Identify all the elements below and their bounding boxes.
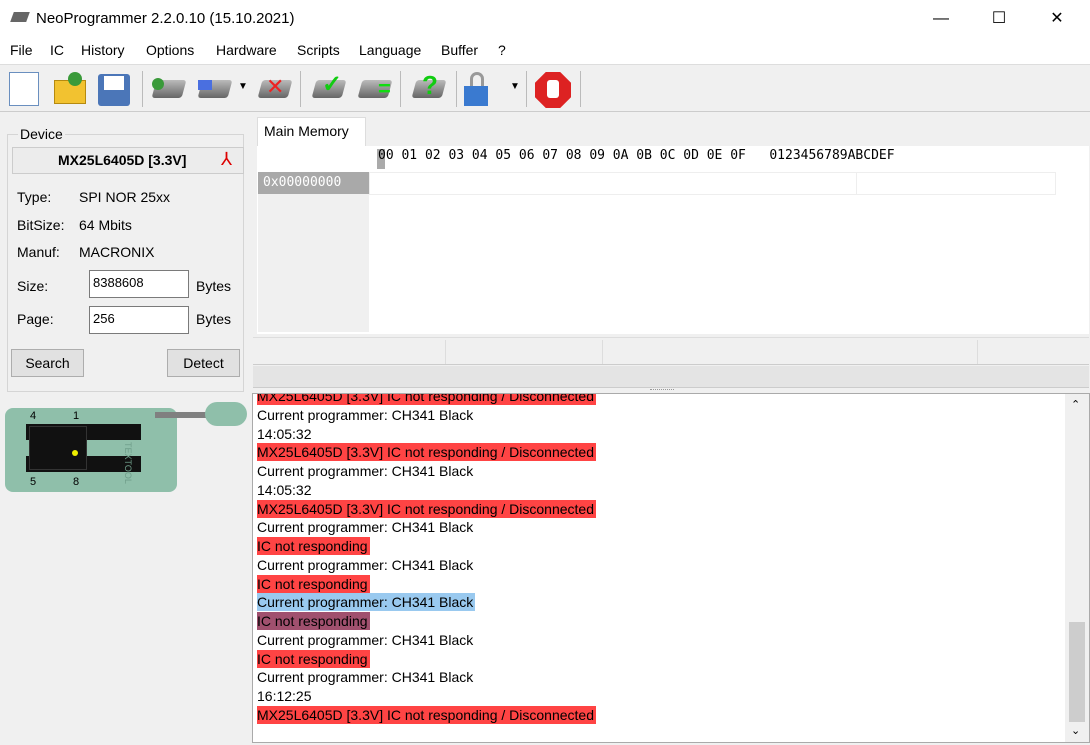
log-line: Current programmer: CH341 Black <box>257 556 474 573</box>
manuf-value: MACRONIX <box>79 244 155 260</box>
maximize-button[interactable]: ☐ <box>976 0 1022 38</box>
log-line: MX25L6405D [3.3V] IC not responding / Di… <box>257 443 596 462</box>
log-line: IC not responding <box>257 612 370 630</box>
log-line: Current programmer: CH341 Black <box>257 463 474 479</box>
log-line: Current programmer: CH341 Black <box>257 406 474 423</box>
blank-check-icon[interactable]: ? <box>410 70 447 108</box>
pin-8-label: 8 <box>73 476 80 488</box>
menu-language[interactable]: Language <box>359 42 421 58</box>
open-file-icon[interactable] <box>52 70 88 108</box>
size-input[interactable]: 8388608 <box>89 270 189 298</box>
log-line: 16:12:25 <box>257 688 312 704</box>
log-line: 14:05:32 <box>257 481 312 498</box>
status-bar <box>253 337 1089 365</box>
read-chip-icon[interactable] <box>150 70 187 108</box>
size-unit: Bytes <box>196 278 232 294</box>
menu-options[interactable]: Options <box>146 42 194 58</box>
pin-1-label: 1 <box>73 410 80 422</box>
log-line: MX25L6405D [3.3V] IC not responding / Di… <box>257 394 596 405</box>
manuf-label: Manuf: <box>17 244 60 260</box>
scroll-down-icon[interactable]: ⌄ <box>1071 724 1080 737</box>
device-name: MX25L6405D [3.3V] <box>58 152 187 168</box>
stop-icon[interactable] <box>534 70 571 108</box>
title-bar: NeoProgrammer 2.2.0.10 (15.10.2021) — ☐ … <box>0 0 1090 38</box>
log-line: Current programmer: CH341 Black <box>257 519 474 536</box>
type-value: SPI NOR 25xx <box>79 189 171 205</box>
pdf-datasheet-icon[interactable]: ⅄ <box>221 149 241 171</box>
log-panel[interactable]: MX25L6405D [3.3V] IC not responding / Di… <box>252 393 1090 743</box>
size-label: Size: <box>17 278 49 294</box>
toolbar: ▼ ✕ ✓ = ? ▼ <box>0 64 1090 112</box>
protect-dropdown-icon[interactable]: ▼ <box>510 81 520 92</box>
log-scrollbar[interactable]: ⌃ ⌄ <box>1065 394 1089 742</box>
splitter-handle[interactable] <box>650 389 674 391</box>
hex-address: 0x00000000 <box>258 172 369 194</box>
hex-column-header: 00 01 02 03 04 05 06 07 08 09 0A 0B 0C 0… <box>378 148 895 163</box>
minimize-button[interactable]: — <box>918 0 964 38</box>
scroll-thumb[interactable] <box>1069 622 1085 722</box>
chip-icon <box>29 426 87 470</box>
new-file-icon[interactable] <box>6 70 42 108</box>
log-line: MX25L6405D [3.3V] IC not responding / Di… <box>257 705 596 724</box>
tab-main-memory[interactable]: Main Memory <box>257 117 366 147</box>
app-icon <box>10 12 30 22</box>
progress-bar <box>253 366 1089 388</box>
zif-socket: 4 1 5 8 TEXTOOL <box>5 402 247 492</box>
menu-bar: File IC History Options Hardware Scripts… <box>0 38 1090 64</box>
window-title: NeoProgrammer 2.2.0.10 (15.10.2021) <box>36 10 295 27</box>
textool-brand: TEXTOOL <box>123 442 133 484</box>
menu-ic[interactable]: IC <box>50 42 64 58</box>
page-label: Page: <box>17 311 54 327</box>
write-chip-icon[interactable] <box>196 70 233 108</box>
log-line: 14:05:32 <box>257 425 312 442</box>
erase-chip-icon[interactable]: ✕ <box>256 70 293 108</box>
pin-5-label: 5 <box>30 476 37 488</box>
log-line: Current programmer: CH341 Black <box>257 669 474 686</box>
menu-scripts[interactable]: Scripts <box>297 42 340 58</box>
log-line: IC not responding <box>257 537 370 555</box>
verify-chip-icon[interactable]: ✓ <box>310 70 347 108</box>
menu-hardware[interactable]: Hardware <box>216 42 277 58</box>
bitsize-label: BitSize: <box>17 217 65 233</box>
menu-file[interactable]: File <box>10 42 33 58</box>
menu-buffer[interactable]: Buffer <box>441 42 478 58</box>
page-input[interactable]: 256 <box>89 306 189 334</box>
type-label: Type: <box>17 189 52 205</box>
close-button[interactable]: ✕ <box>1034 0 1080 38</box>
log-line: Current programmer: CH341 Black <box>257 631 474 648</box>
save-file-icon[interactable] <box>96 70 132 108</box>
menu-history[interactable]: History <box>81 42 125 58</box>
scroll-up-icon[interactable]: ⌃ <box>1071 398 1080 411</box>
log-line: IC not responding <box>257 649 370 668</box>
log-line: Current programmer: CH341 Black <box>257 593 476 612</box>
protect-lock-icon[interactable] <box>462 70 498 108</box>
page-unit: Bytes <box>196 311 232 327</box>
bitsize-value: 64 Mbits <box>79 217 132 233</box>
pin-4-label: 4 <box>30 410 37 422</box>
log-line: IC not responding <box>257 574 370 593</box>
compare-chip-icon[interactable]: = <box>356 70 393 108</box>
write-dropdown-icon[interactable]: ▼ <box>238 81 248 92</box>
detect-button[interactable]: Detect <box>167 349 240 377</box>
search-button[interactable]: Search <box>11 349 84 377</box>
device-group-label: Device <box>18 126 65 142</box>
menu-help[interactable]: ? <box>498 42 506 58</box>
log-line: MX25L6405D [3.3V] IC not responding / Di… <box>257 499 596 518</box>
